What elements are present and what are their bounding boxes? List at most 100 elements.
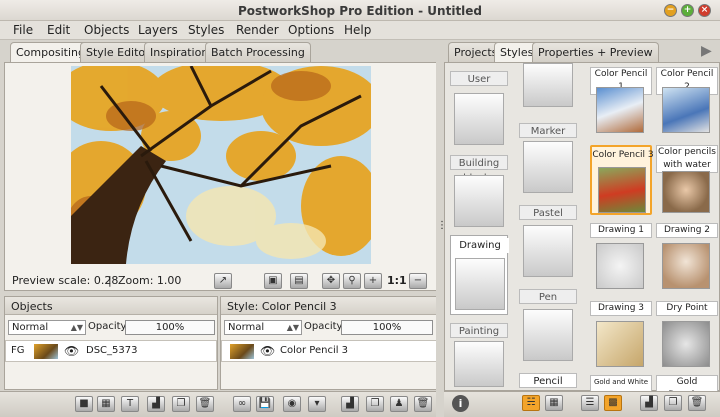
info-icon[interactable]: i	[452, 395, 469, 412]
layer-tool-icon[interactable]: ■	[75, 396, 93, 412]
visibility-eye-icon[interactable]: 👁	[64, 344, 79, 358]
category-painting[interactable]: Painting	[450, 321, 508, 391]
title-bar: PostworkShop Pro Edition - Untitled − + …	[0, 0, 720, 21]
style-opacity-field[interactable]: 100%	[341, 320, 433, 335]
zoom-tool-icon[interactable]: ⚲	[343, 273, 361, 289]
category-drawing[interactable]: Drawing	[450, 235, 509, 315]
style-thumbnail	[662, 87, 710, 133]
style-header: Style: Color Pencil 3	[221, 297, 437, 315]
style-label: Color pencils with water	[656, 145, 718, 173]
stamp-icon[interactable]: ▟	[640, 395, 658, 411]
list-view-icon[interactable]: ☰	[581, 395, 599, 411]
category-label: Pen	[519, 289, 577, 304]
visibility-eye-icon[interactable]: 👁	[260, 344, 275, 358]
grid-view-icon[interactable]: ▦	[545, 395, 563, 411]
zoom-level: Zoom: 1.00	[118, 274, 182, 287]
style-drawing-3[interactable]: Drawing 3	[590, 301, 652, 373]
layer-tag: FG	[11, 345, 25, 356]
style-label: Dry Point	[656, 301, 718, 316]
text-icon[interactable]: T	[121, 396, 139, 412]
preview-image[interactable]	[71, 66, 371, 264]
molecule-icon[interactable]: ◉	[283, 396, 301, 412]
right-tab-bar: Projects Styles Properties + Preview ▶	[444, 42, 720, 63]
copy-icon[interactable]: ❐	[664, 395, 682, 411]
left-tab-bar: Compositing Style Editor Inspiration Bat…	[0, 42, 440, 63]
tree-view-icon[interactable]: ☵	[522, 395, 540, 411]
right-bottom-toolbar: i ☵ ▦ ☰ ▩ ▟ ❐ 🗑	[444, 391, 720, 417]
delete-icon[interactable]: 🗑	[196, 396, 214, 412]
style-dry-point[interactable]: Dry Point	[656, 301, 718, 373]
pan-icon[interactable]: ✥	[322, 273, 340, 289]
style-thumbnail	[598, 167, 646, 213]
close-icon[interactable]: ×	[698, 4, 711, 17]
menu-options[interactable]: Options	[288, 23, 334, 37]
tab-batch-processing[interactable]: Batch Processing	[205, 42, 311, 62]
menu-objects[interactable]: Objects	[84, 23, 129, 37]
style-blend-mode-select[interactable]: Normal ▲▼	[224, 320, 302, 335]
menu-layers[interactable]: Layers	[138, 23, 178, 37]
category-marker[interactable]: Marker	[519, 121, 577, 203]
save-icon[interactable]: 💾	[256, 396, 274, 412]
zoom-ratio-button[interactable]: 1:1	[387, 274, 407, 287]
left-bottom-toolbar: ■ ▦ T ▟ ❐ 🗑 ∞ 💾 ◉ ▾ ▟ ❐ ♟ 🗑	[0, 391, 438, 417]
tab-properties-preview[interactable]: Properties + Preview	[532, 42, 659, 62]
style-options-icon[interactable]: ▾	[308, 396, 326, 412]
category-user[interactable]: User	[450, 69, 508, 151]
objects-layer-row[interactable]: FG 👁 DSC_5373	[5, 340, 217, 362]
category-thumb	[454, 341, 504, 387]
category-label: Painting	[450, 323, 508, 338]
category-pen[interactable]: Pen	[519, 289, 577, 371]
category-top[interactable]	[519, 63, 577, 111]
minimize-icon[interactable]: −	[664, 4, 677, 17]
crop-icon[interactable]: ▦	[97, 396, 115, 412]
tab-compositing[interactable]: Compositing	[10, 42, 91, 63]
stamp-icon[interactable]: ▟	[341, 396, 359, 412]
menu-file[interactable]: File	[13, 23, 33, 37]
tab-inspiration[interactable]: Inspiration	[144, 42, 215, 62]
snapshot-icon[interactable]: ▣	[264, 273, 282, 289]
user-icon[interactable]: ♟	[390, 396, 408, 412]
stamp-icon[interactable]: ▟	[147, 396, 165, 412]
link-icon[interactable]: ∞	[233, 396, 251, 412]
objects-blend-mode-select[interactable]: Normal ▲▼	[8, 320, 86, 335]
style-layer-panel: Style: Color Pencil 3 Normal ▲▼ Opacity: …	[220, 296, 438, 390]
panel-splitter[interactable]: ⋮	[436, 40, 447, 417]
style-color-pencil-3[interactable]: Color Pencil 3	[590, 145, 654, 215]
tab-scroll-right-icon[interactable]: ▶	[701, 43, 712, 59]
category-pencil[interactable]: Pencil	[519, 371, 577, 393]
style-label: Drawing 3	[590, 301, 652, 316]
export-icon[interactable]: ↗	[214, 273, 232, 289]
select-arrow-icon: ▲▼	[70, 323, 83, 332]
compare-icon[interactable]: ▤	[290, 273, 308, 289]
zoom-out-icon[interactable]: −	[409, 273, 427, 289]
menu-help[interactable]: Help	[344, 23, 371, 37]
maximize-icon[interactable]: +	[681, 4, 694, 17]
zoom-in-icon[interactable]: +	[364, 273, 382, 289]
delete-icon[interactable]: 🗑	[688, 395, 706, 411]
window-title: PostworkShop Pro Edition - Untitled	[237, 4, 483, 18]
style-drawing-1[interactable]: Drawing 1	[590, 223, 652, 295]
style-color-pencil-1[interactable]: Color Pencil 1	[590, 67, 652, 139]
style-color-pencil-2[interactable]: Color Pencil 2	[656, 67, 718, 139]
category-thumb	[454, 175, 504, 227]
delete-icon[interactable]: 🗑	[414, 396, 432, 412]
category-building-blocks[interactable]: Building blocks	[450, 155, 508, 237]
menu-render[interactable]: Render	[236, 23, 279, 37]
style-thumbnail	[596, 87, 644, 133]
copy-icon[interactable]: ❐	[366, 396, 384, 412]
style-layer-row[interactable]: 👁 Color Pencil 3	[221, 340, 437, 362]
category-label: Building blocks	[450, 155, 508, 184]
category-pastel[interactable]: Pastel	[519, 205, 577, 287]
menu-styles[interactable]: Styles	[188, 23, 224, 37]
category-thumb	[523, 141, 573, 193]
layer-name: DSC_5373	[86, 345, 138, 356]
style-drawing-2[interactable]: Drawing 2	[656, 223, 718, 295]
style-color-pencils-with-water[interactable]: Color pencils with water	[656, 145, 718, 215]
objects-panel: Objects Normal ▲▼ Opacity: 100% FG 👁 DSC_…	[4, 296, 218, 390]
copy-icon[interactable]: ❐	[172, 396, 190, 412]
large-tiles-icon[interactable]: ▩	[604, 395, 622, 411]
objects-opacity-field[interactable]: 100%	[125, 320, 215, 335]
menu-edit[interactable]: Edit	[47, 23, 70, 37]
style-label: Drawing 1	[590, 223, 652, 238]
style-thumbnail	[662, 243, 710, 289]
